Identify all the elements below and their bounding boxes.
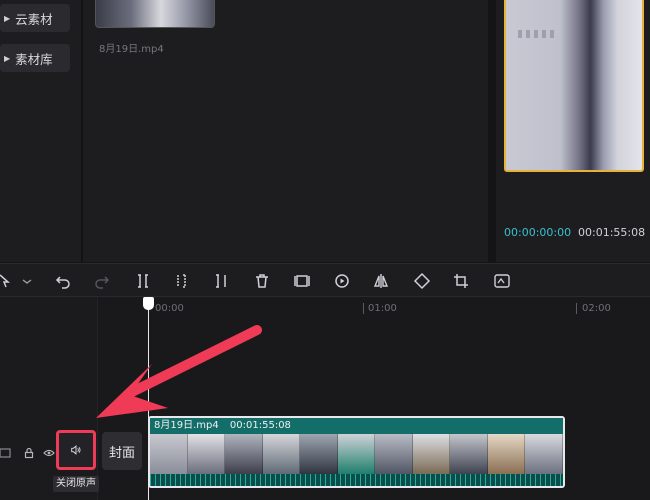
clip-header: 8月19日.mp4 00:01:55:08 <box>150 418 563 434</box>
freeze-icon[interactable] <box>291 271 313 291</box>
chevron-down-icon[interactable] <box>16 271 38 291</box>
video-clip[interactable]: 8月19日.mp4 00:01:55:08 <box>148 416 565 488</box>
sidebar-item-material-library[interactable]: ▶ 素材库 <box>0 44 70 72</box>
sidebar-item-cloud-material[interactable]: ▶ 云素材 <box>0 4 70 32</box>
undo-icon[interactable] <box>52 271 74 291</box>
playhead-line[interactable] <box>148 297 149 500</box>
track-collapse-icon[interactable] <box>0 444 14 462</box>
ruler-tick-label: 01:00 <box>368 303 397 314</box>
preview-video-frame[interactable] <box>504 0 644 172</box>
clip-frame <box>225 434 263 474</box>
crop-icon[interactable] <box>450 271 472 291</box>
clip-thumbnails <box>150 434 563 474</box>
time-ruler[interactable]: 00:00 01:00 02:00 <box>98 297 650 319</box>
split-left-icon[interactable] <box>171 271 193 291</box>
media-thumbnail[interactable] <box>95 0 215 28</box>
media-filename: 8月19日.mp4 <box>99 44 164 55</box>
current-time: 00:00:00:00 <box>504 226 572 239</box>
preview-panel: 00:00:00:00 00:01:55:08 <box>496 0 650 262</box>
ruler-tick <box>576 303 577 314</box>
clip-duration: 00:01:55:08 <box>229 420 291 431</box>
clip-frame <box>412 434 451 474</box>
split-icon[interactable] <box>132 271 154 291</box>
clip-frame <box>187 434 226 474</box>
clip-frame <box>337 434 376 474</box>
lock-icon[interactable] <box>20 444 38 462</box>
rotate-icon[interactable] <box>411 271 433 291</box>
ruler-tick-label: 02:00 <box>582 303 611 314</box>
mute-original-audio-button[interactable] <box>56 430 96 470</box>
clip-frame <box>375 434 413 474</box>
ruler-tick-label: 00:00 <box>155 303 184 314</box>
clip-frame <box>487 434 526 474</box>
caret-right-icon: ▶ <box>4 13 11 23</box>
panel-divider[interactable] <box>488 0 496 262</box>
cursor-icon[interactable] <box>0 271 16 291</box>
playhead-handle[interactable] <box>143 297 154 310</box>
speaker-icon <box>71 445 81 455</box>
audio-waveform <box>150 474 563 486</box>
clip-name: 8月19日.mp4 <box>154 420 219 431</box>
clip-frame <box>450 434 488 474</box>
audio-separate-icon[interactable] <box>491 271 513 291</box>
redo-icon[interactable] <box>91 271 113 291</box>
caret-right-icon: ▶ <box>4 53 11 63</box>
media-panel: 8月19日.mp4 <box>83 0 488 262</box>
play-reverse-icon[interactable] <box>331 271 353 291</box>
delete-icon[interactable] <box>251 271 273 291</box>
left-sidebar: ▶ 云素材 ▶ 素材库 <box>0 0 82 262</box>
audio-tooltip: 关闭原声 <box>53 476 99 492</box>
clip-frame <box>150 434 188 474</box>
sidebar-item-label: 素材库 <box>15 51 53 67</box>
cover-button[interactable]: 封面 <box>102 432 142 470</box>
mirror-icon[interactable] <box>370 271 392 291</box>
clip-frame <box>262 434 301 474</box>
ruler-tick <box>363 303 364 314</box>
split-right-icon[interactable] <box>210 271 232 291</box>
sidebar-item-label: 云素材 <box>15 11 53 27</box>
editing-toolbar <box>0 263 650 297</box>
clip-frame <box>300 434 338 474</box>
total-time: 00:01:55:08 <box>578 226 646 239</box>
clip-frame <box>525 434 563 474</box>
